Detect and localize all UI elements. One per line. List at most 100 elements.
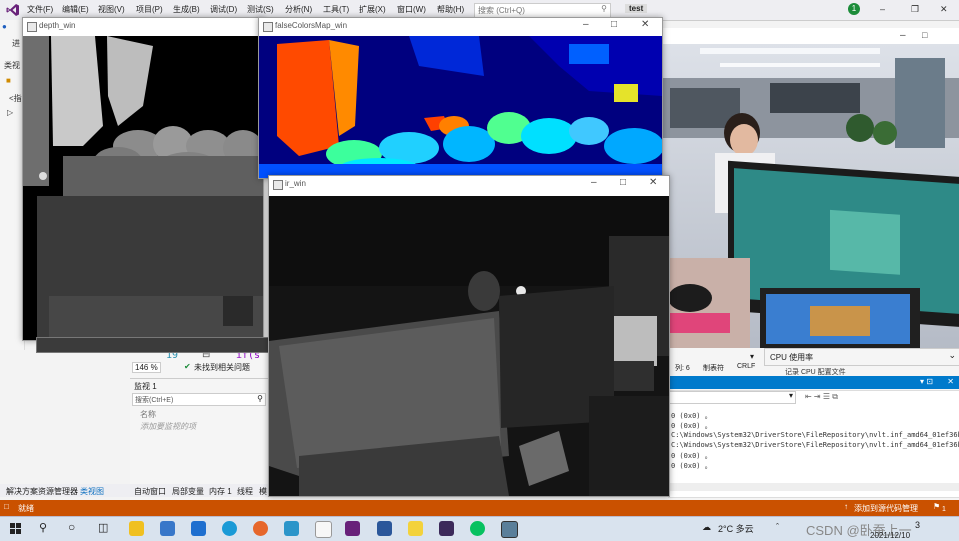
dropdown-icon[interactable]: ▾ [750,352,754,361]
notepad-icon[interactable] [315,521,332,538]
menu-debug[interactable]: 调试(D) [210,4,237,15]
tab-solution-explorer[interactable]: 解决方案资源管理器 [6,486,78,497]
output-line: 0 (0x0) 。 [671,422,712,430]
store-icon[interactable] [160,521,175,536]
maximize-icon[interactable]: □ [620,177,626,188]
pin-icon[interactable]: ▾ ⊡ [920,377,933,386]
close-icon[interactable]: ✕ [940,4,948,15]
maximize-icon[interactable]: □ [611,19,617,30]
vs-status-bar: □ 就绪 ↑ 添加到源代码管理 ⚑ 1 [0,500,959,516]
source-control-button[interactable]: 添加到源代码管理 [854,503,918,514]
output-panel: ▾ ⇤ ⇥ ☰ ⧉ 0 (0x0) 。 0 (0x0) 。 C:\Windows… [668,390,959,498]
status-ready: 就绪 [18,504,34,513]
false-colors-titlebar[interactable]: falseColorsMap_win – □ ✕ [259,18,662,35]
watch-add-item[interactable]: 添加要监视的项 [140,421,196,432]
remote-desktop-icon[interactable] [284,521,299,536]
no-issues-text: 未找到相关问题 [194,363,250,372]
watch-title: 监视 1 [134,382,157,391]
mail-icon[interactable] [191,521,206,536]
cortana-icon[interactable]: ○ [68,520,75,534]
webcam-minimize-icon[interactable]: – [900,30,906,41]
bottom-tabs: 解决方案资源管理器 类视图 自动窗口 局部变量 内存 1 线程 模 [0,484,280,497]
tab-memory[interactable]: 内存 1 [209,486,232,497]
output-titlebar: ▾ ⊡ ✕ [660,376,959,389]
menu-window[interactable]: 窗口(W) [397,4,426,15]
output-source-select[interactable]: ▾ [669,391,796,404]
output-line: 0 (0x0) 。 [671,412,712,420]
restore-icon[interactable]: ❐ [911,4,919,15]
depth-titlebar[interactable]: depth_win [23,18,263,35]
false-colors-window-title: falseColorsMap_win [275,21,348,30]
minimize-icon[interactable]: – [583,19,589,30]
webcam-image [660,28,959,350]
ir-image [269,196,669,496]
word-icon[interactable] [377,521,392,536]
window-icon [263,22,273,32]
menu-file[interactable]: 文件(F) [27,4,53,15]
bell-icon[interactable]: ⚑ [933,502,940,511]
false-colors-image [259,36,662,178]
firefox-icon[interactable] [253,521,268,536]
clock-date[interactable]: 2021/12/10 [870,531,910,540]
toolbar-icon[interactable]: ● [2,22,7,31]
left-label-2: <指 [9,94,22,103]
notification-badge[interactable]: 1 [848,3,860,15]
chevron-down-icon[interactable]: ⌄ [948,350,956,361]
clock-time[interactable]: 3 [915,520,920,530]
expand-arrow-icon[interactable]: ▷ [7,108,13,117]
windows-taskbar: ⚲ ○ ◫ ☁ 2°C 多云 ˆ CSDN @卧蚕上一 3 2021/12/10 [0,516,959,541]
output-toolbar-icons[interactable]: ⇤ ⇥ ☰ ⧉ [805,392,838,402]
line-ending-label: CRLF [737,363,756,370]
edge-icon[interactable] [222,521,237,536]
watch-search-placeholder: 搜索(Ctrl+E) [135,397,174,404]
output-line: C:\Windows\System32\DriverStore\FileRepo… [671,431,959,439]
close-icon[interactable]: ✕ [649,177,657,188]
menu-analyze[interactable]: 分析(N) [285,4,312,15]
zoom-select[interactable]: 146 % [132,362,161,373]
search-icon: ⚲ [257,394,263,403]
menu-view[interactable]: 视图(V) [98,4,125,15]
window-icon [27,22,37,32]
minimize-icon[interactable]: – [880,4,885,14]
class-view-icon[interactable]: ■ [6,76,11,85]
opencv-window-icon[interactable] [501,521,518,538]
menu-test[interactable]: 测试(S) [247,4,274,15]
watch-search-input[interactable]: 搜索(Ctrl+E) ⚲ [132,393,266,406]
cpu-usage-header: CPU 使用率 ⌄ 记录 CPU 配置文件 [764,348,959,376]
close-icon[interactable]: ✕ [947,377,954,386]
menu-edit[interactable]: 编辑(E) [62,4,89,15]
ir-titlebar[interactable]: ir_win – □ ✕ [269,176,669,195]
terminal-icon[interactable] [439,521,454,536]
tab-threads[interactable]: 线程 [237,486,253,497]
false-colors-window: falseColorsMap_win – □ ✕ [258,17,663,179]
tab-class-view[interactable]: 类视图 [80,486,104,497]
vs-search-input[interactable]: 搜索 (Ctrl+Q) ⚲ [474,3,611,18]
tab-autos[interactable]: 自动窗口 [134,486,166,497]
menu-tools[interactable]: 工具(T) [323,4,349,15]
tab-modules[interactable]: 模 [259,486,267,497]
visual-studio-taskbar-icon[interactable] [345,521,360,536]
file-explorer-icon[interactable] [129,521,144,536]
tab-locals[interactable]: 局部变量 [172,486,204,497]
weather-text[interactable]: 2°C 多云 [718,522,754,535]
task-view-icon[interactable]: ◫ [98,521,108,534]
output-scrollbar[interactable] [669,483,959,491]
search-icon[interactable]: ⚲ [39,521,47,534]
close-icon[interactable]: ✕ [641,19,649,30]
wechat-icon[interactable] [470,521,485,536]
menu-extensions[interactable]: 扩展(X) [359,4,386,15]
webcam-window [660,28,959,350]
status-icon: □ [4,502,9,511]
webcam-maximize-icon[interactable]: □ [922,30,927,40]
tab-mode-label: 制表符 [703,365,724,372]
visual-studio-logo-icon[interactable] [6,3,20,17]
app-icon[interactable] [408,521,423,536]
minimize-icon[interactable]: – [591,177,597,188]
windows-start-icon[interactable] [10,523,21,534]
watch-panel: 监视 1 搜索(Ctrl+E) ⚲ 名称 添加要监视的项 [130,378,268,485]
menu-help[interactable]: 帮助(H) [437,4,464,15]
tray-arrow-icon[interactable]: ˆ [776,522,779,532]
menu-build[interactable]: 生成(B) [173,4,200,15]
watch-col-name: 名称 [140,410,156,419]
menu-project[interactable]: 项目(P) [136,4,163,15]
